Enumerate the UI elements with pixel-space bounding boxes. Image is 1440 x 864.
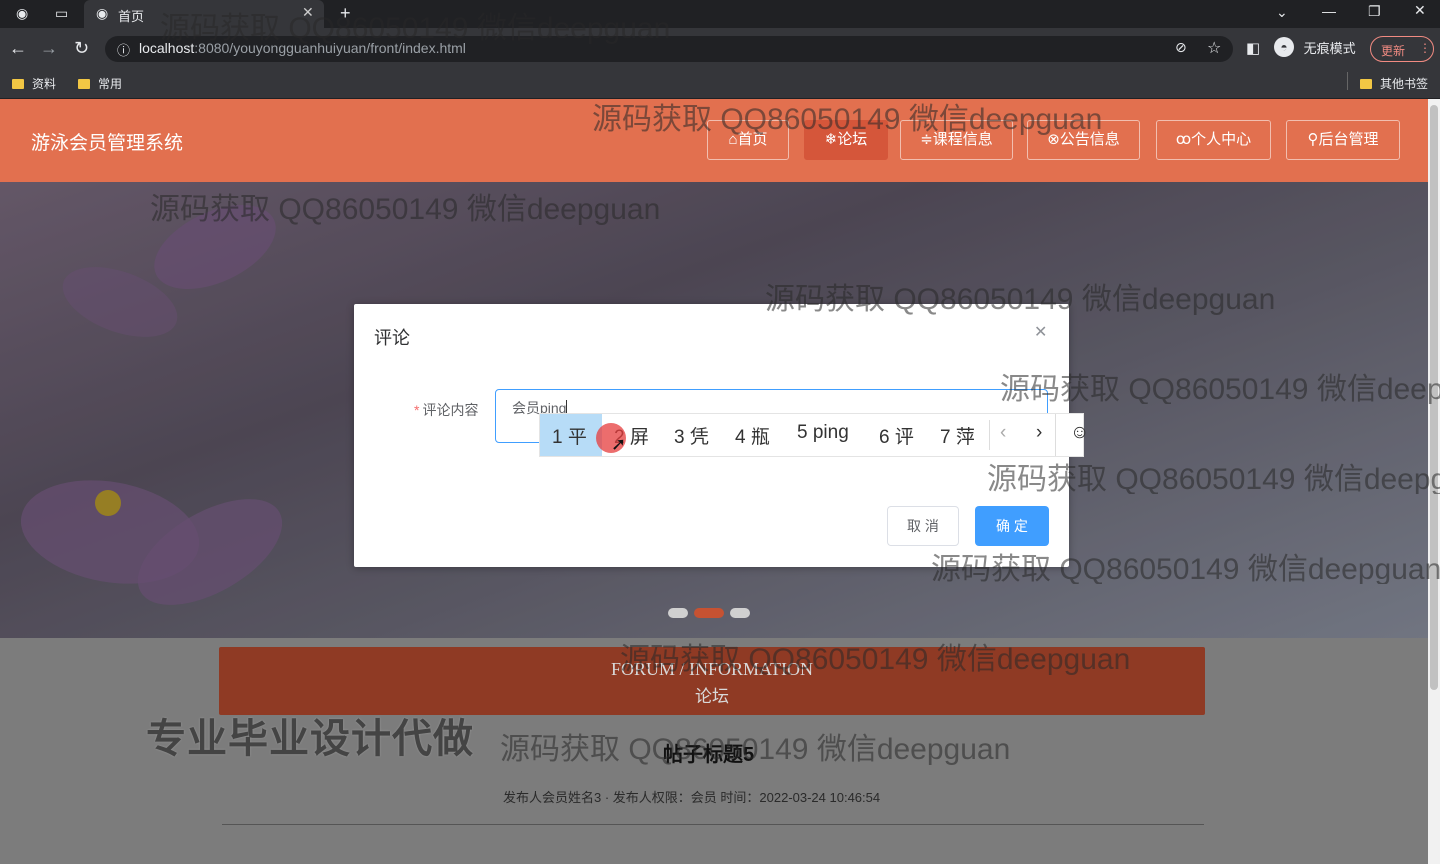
active-tab[interactable]: ◉ 首页 ✕ bbox=[84, 0, 324, 28]
watermark: 源码获取 QQ86050149 微信deepguan bbox=[1000, 373, 1440, 404]
side-panel-icon[interactable]: ◧ bbox=[1246, 39, 1260, 57]
update-button[interactable]: 更新 ⋮ bbox=[1370, 36, 1434, 62]
window-close-icon[interactable]: ✕ bbox=[1414, 2, 1426, 19]
bookmark-star-icon[interactable]: ☆ bbox=[1207, 38, 1221, 58]
incognito-indicator[interactable]: ◓ 无痕模式 bbox=[1274, 37, 1356, 61]
folder-icon bbox=[78, 79, 90, 89]
cancel-button[interactable]: 取 消 bbox=[887, 506, 959, 546]
eye-off-icon[interactable]: ⊘ bbox=[1175, 39, 1187, 56]
comment-field-label: * 评论内容 bbox=[414, 400, 478, 420]
bookmarks-bar bbox=[0, 68, 1440, 99]
nav-label: 公告信息 bbox=[1059, 131, 1120, 148]
globe-icon[interactable]: ◉ bbox=[16, 5, 28, 22]
url-path: :8080/youyongguanhuiyuan/front/index.htm… bbox=[194, 40, 466, 56]
nav-label: 个人中心 bbox=[1191, 131, 1252, 148]
other-bookmarks[interactable]: 其他书签 bbox=[1360, 75, 1428, 92]
nav-forum[interactable]: ❄论坛 bbox=[804, 120, 888, 160]
divider bbox=[222, 824, 1204, 825]
restore-icon[interactable]: ❐ bbox=[1368, 3, 1381, 20]
tab-search-icon[interactable]: ⌄ bbox=[1276, 4, 1288, 21]
incognito-label: 无痕模式 bbox=[1303, 40, 1356, 56]
forum-heading-cn: 论坛 bbox=[695, 687, 729, 707]
ime-candidate[interactable]: 4 瓶 bbox=[735, 422, 770, 449]
carousel-dot[interactable] bbox=[730, 608, 750, 618]
forum-heading-en: FORUM / INFORMATION bbox=[610, 659, 814, 679]
tab-list-icon[interactable]: ▭ bbox=[55, 5, 68, 22]
user-icon: ꝏ bbox=[1175, 131, 1192, 148]
tab-title: 首页 bbox=[118, 9, 145, 24]
address-bar[interactable]: ⓘ localhost:8080/youyongguanhuiyuan/fron… bbox=[105, 36, 1233, 62]
watermark-clip: 源码获取 QQ86050149 微信deepguan bbox=[931, 544, 1440, 584]
nav-label: 后台管理 bbox=[1318, 131, 1379, 148]
confirm-button[interactable]: 确 定 bbox=[975, 506, 1049, 546]
incognito-icon: ◓ bbox=[1274, 37, 1294, 57]
bookmark-folder-1[interactable]: 常用 bbox=[78, 75, 122, 92]
link-icon: ⚲ bbox=[1307, 131, 1319, 148]
close-icon[interactable]: ✕ bbox=[1034, 322, 1047, 342]
bookmark-folder-0[interactable]: 资料 bbox=[12, 75, 56, 92]
nav-admin[interactable]: ⚲后台管理 bbox=[1286, 120, 1400, 160]
emoji-icon[interactable]: ☺ bbox=[1070, 422, 1089, 444]
ime-next-icon[interactable]: › bbox=[1036, 422, 1042, 444]
folder-icon bbox=[12, 79, 24, 89]
folder-icon bbox=[1360, 79, 1372, 89]
other-bookmarks-label: 其他书签 bbox=[1380, 77, 1429, 91]
nav-profile[interactable]: ꝏ个人中心 bbox=[1156, 120, 1271, 160]
snowflake-icon: ❄ bbox=[824, 131, 838, 148]
carousel-dot[interactable] bbox=[668, 608, 688, 618]
comment-field-label-text: 评论内容 bbox=[422, 402, 479, 418]
menu-dots-icon[interactable]: ⋮ bbox=[1419, 41, 1431, 55]
reload-icon[interactable]: ↻ bbox=[74, 38, 89, 59]
bookmarks-divider bbox=[1347, 72, 1348, 90]
forum-heading: FORUM / INFORMATION 论坛 bbox=[219, 647, 1205, 715]
site-title: 游泳会员管理系统 bbox=[31, 132, 184, 154]
update-label: 更新 bbox=[1381, 44, 1406, 58]
minimize-icon[interactable]: — bbox=[1322, 3, 1336, 19]
watermark: 源码获取 QQ86050149 微信deepguan bbox=[987, 463, 1440, 494]
ime-separator bbox=[989, 420, 990, 450]
watermark-clip: 源码获取 QQ86050149 微信deepguan bbox=[987, 454, 1440, 494]
carousel-indicators[interactable] bbox=[668, 605, 756, 623]
forward-icon[interactable]: → bbox=[40, 38, 58, 59]
dialog-title: 评论 bbox=[374, 328, 410, 348]
back-icon[interactable]: ← bbox=[9, 38, 27, 59]
post-meta: 发布人会员姓名3 · 发布人权限：会员 时间：2022-03-24 10:46:… bbox=[503, 790, 881, 805]
promo-watermark: 专业毕业设计代做 bbox=[146, 717, 474, 761]
list-icon: ≑ bbox=[920, 131, 933, 148]
info-icon[interactable]: ⓘ bbox=[117, 40, 130, 59]
required-marker: * bbox=[414, 402, 420, 418]
url-host: localhost bbox=[139, 40, 195, 56]
bookmark-label: 常用 bbox=[98, 77, 123, 91]
nav-home[interactable]: ⌂首页 bbox=[707, 120, 789, 160]
ime-prev-icon[interactable]: ‹ bbox=[1000, 422, 1006, 444]
ime-candidate[interactable]: 6 评 bbox=[879, 422, 914, 449]
tab-favicon-icon: ◉ bbox=[96, 5, 109, 21]
mouse-pointer-icon: ➚ bbox=[611, 434, 627, 454]
ime-candidate[interactable]: 1 平 bbox=[552, 422, 587, 449]
bookmark-label: 资料 bbox=[32, 77, 57, 91]
ime-candidate[interactable]: 7 萍 bbox=[940, 422, 975, 449]
nav-label: 首页 bbox=[737, 131, 768, 148]
ime-separator bbox=[1055, 414, 1056, 456]
watermark: 源码获取 QQ86050149 微信deepguan bbox=[931, 553, 1440, 584]
ime-candidate[interactable]: 5 ping bbox=[797, 422, 849, 444]
close-tab-icon[interactable]: ✕ bbox=[302, 4, 314, 21]
nav-courses[interactable]: ≑课程信息 bbox=[900, 120, 1013, 160]
ime-candidate[interactable]: 3 凭 bbox=[674, 422, 709, 449]
new-tab-icon[interactable]: + bbox=[340, 3, 351, 24]
home-icon: ⌂ bbox=[728, 131, 738, 148]
nav-label: 论坛 bbox=[837, 131, 868, 148]
nav-announcements[interactable]: ⊗公告信息 bbox=[1027, 120, 1140, 160]
nav-label: 课程信息 bbox=[932, 131, 993, 148]
notice-icon: ⊗ bbox=[1047, 131, 1060, 148]
post-title: 帖子标题5 bbox=[663, 744, 755, 766]
watermark-clip: 源码获取 QQ86050149 微信deepguan bbox=[1000, 364, 1440, 404]
carousel-dot-active[interactable] bbox=[694, 608, 724, 618]
